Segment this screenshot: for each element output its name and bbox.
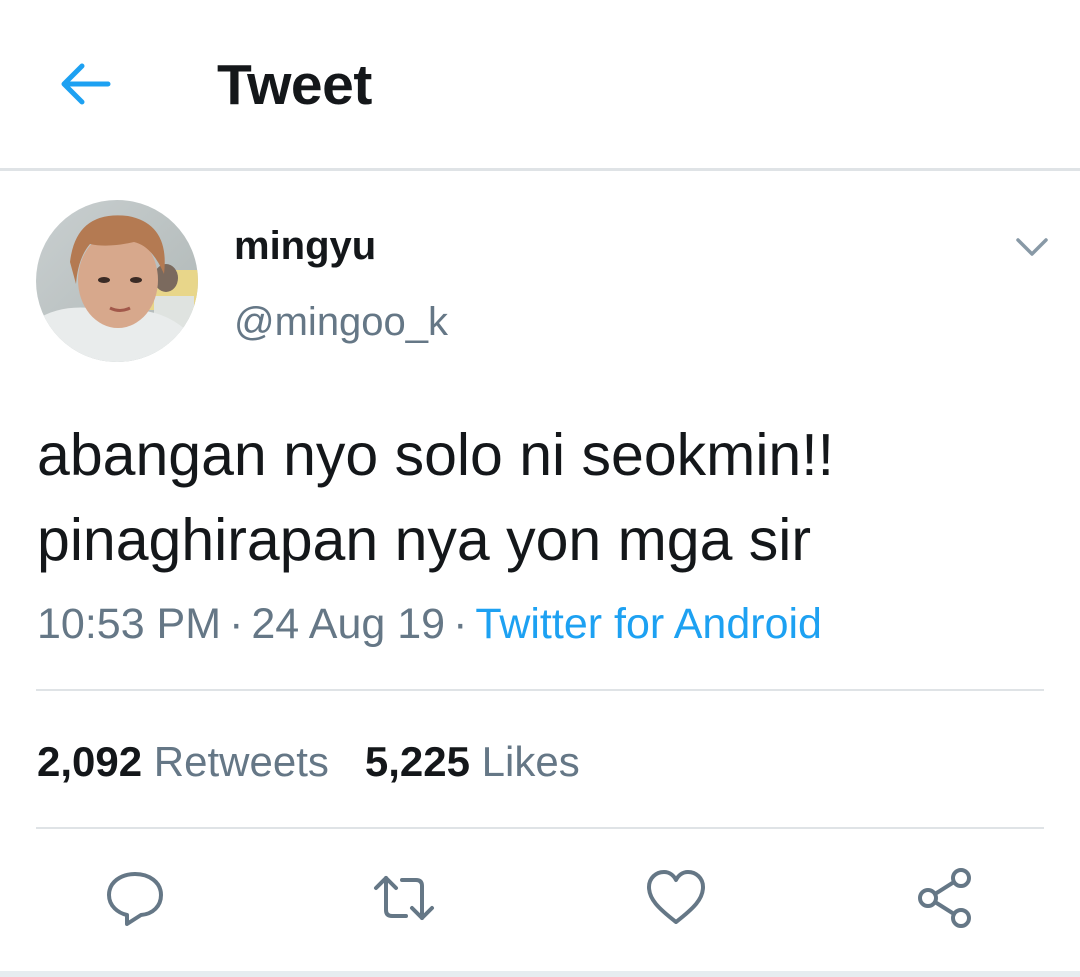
- tweet-action-bar: [0, 866, 1080, 930]
- tweet-options-button[interactable]: [1012, 230, 1052, 264]
- tweet-date: 24 Aug 19: [251, 600, 446, 648]
- retweets-count: 2,092: [37, 738, 143, 785]
- tweet-time: 10:53 PM: [37, 600, 222, 648]
- tweet-source-link[interactable]: Twitter for Android: [475, 600, 822, 648]
- separator-dot: ·: [229, 600, 244, 648]
- author-display-name[interactable]: mingyu: [234, 224, 376, 269]
- tweet-text-line: pinaghirapan nya yon mga sir: [37, 507, 812, 573]
- top-app-bar: Tweet: [0, 0, 1080, 171]
- author-handle[interactable]: @mingoo_k: [234, 300, 448, 345]
- back-button[interactable]: [56, 58, 112, 110]
- separator-dot: ·: [453, 600, 468, 648]
- likes-label: Likes: [481, 738, 580, 785]
- retweets-label: Retweets: [153, 738, 329, 785]
- retweets-stat[interactable]: 2,092 Retweets: [37, 738, 329, 786]
- arrow-left-icon: [61, 63, 111, 105]
- tweet-text-line: abangan nyo solo ni seokmin!!: [37, 422, 835, 488]
- avatar[interactable]: [36, 200, 198, 362]
- bottom-separator: [0, 971, 1080, 977]
- tweet-text: abangan nyo solo ni seokmin!! pinaghirap…: [37, 413, 1047, 583]
- like-button[interactable]: [644, 866, 708, 930]
- tweet-metadata: 10:53 PM · 24 Aug 19 · Twitter for Android: [37, 600, 822, 649]
- page-title: Tweet: [217, 53, 372, 117]
- retweet-icon: [374, 876, 434, 920]
- divider: [36, 689, 1044, 691]
- divider: [36, 827, 1044, 829]
- reply-icon: [107, 872, 163, 926]
- share-icon: [918, 868, 971, 928]
- retweet-button[interactable]: [372, 866, 436, 930]
- profile-photo: [36, 200, 198, 362]
- share-button[interactable]: [914, 866, 978, 930]
- likes-count: 5,225: [364, 738, 470, 785]
- likes-stat[interactable]: 5,225 Likes: [365, 738, 580, 786]
- chevron-down-icon: [1016, 238, 1048, 256]
- tweet-stats: 2,092 Retweets 5,225 Likes: [37, 738, 580, 786]
- heart-icon: [647, 870, 705, 924]
- tweet-detail-page: Tweet mingyu @mingoo_k abangan nyo solo …: [0, 0, 1080, 977]
- reply-button[interactable]: [103, 866, 167, 930]
